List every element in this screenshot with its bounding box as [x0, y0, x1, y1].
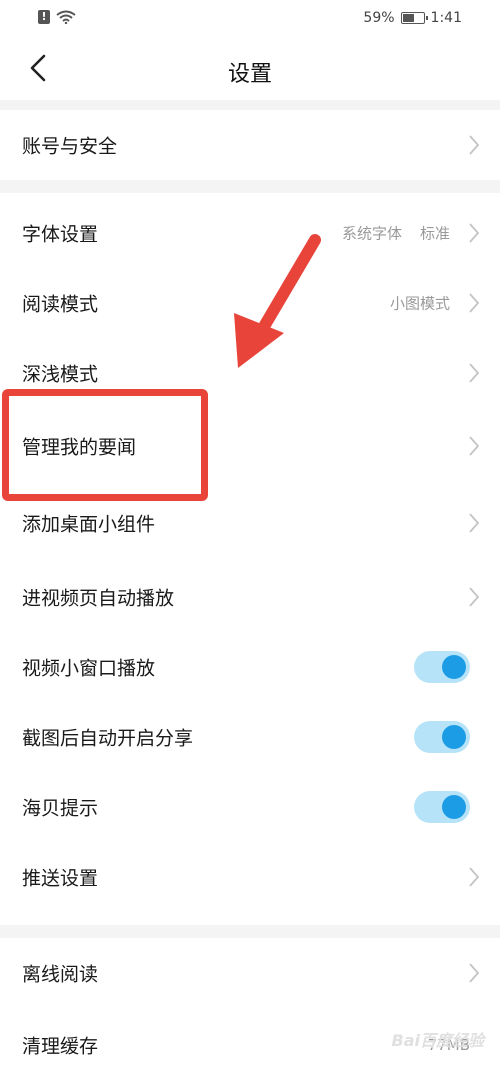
chevron-right-icon	[469, 963, 480, 983]
toggle-knob	[442, 725, 466, 749]
section-display: 字体设置 系统字体 标准 阅读模式 小图模式 深浅模式 管理我的要闻 添加桌面小组…	[0, 193, 500, 925]
settings-row-pip-video: 视频小窗口播放	[0, 632, 500, 702]
row-label: 进视频页自动播放	[22, 587, 175, 610]
font-value: 系统字体 标准	[342, 223, 450, 244]
row-label: 视频小窗口播放	[22, 657, 156, 680]
toggle-knob	[442, 795, 466, 819]
battery-percent: 59%	[363, 10, 395, 26]
annotation-highlight-box	[2, 389, 208, 501]
chevron-right-icon	[469, 436, 480, 456]
row-label: 字体设置	[22, 223, 99, 246]
settings-row-push[interactable]: 推送设置	[0, 842, 500, 912]
chevron-right-icon	[469, 135, 480, 155]
font-size-value: 标准	[419, 224, 450, 243]
settings-row-reading-mode[interactable]: 阅读模式 小图模式	[0, 268, 500, 338]
reading-mode-value: 小图模式	[389, 294, 450, 313]
row-label: 截图后自动开启分享	[22, 727, 194, 750]
chevron-right-icon	[469, 867, 480, 887]
toggle-knob	[442, 655, 466, 679]
watermark: Bai百度经验	[391, 1031, 484, 1050]
font-family-value: 系统字体	[341, 224, 402, 243]
chevron-right-icon	[469, 513, 480, 533]
section-storage: 离线阅读 清理缓存 77MB	[0, 938, 500, 1084]
status-right: 59% 1:41	[363, 10, 462, 26]
settings-row-font[interactable]: 字体设置 系统字体 标准	[0, 198, 500, 268]
chevron-right-icon	[469, 363, 480, 383]
row-label: 推送设置	[22, 867, 99, 890]
chevron-right-icon	[469, 587, 480, 607]
page-title: 设置	[227, 62, 272, 87]
chevron-right-icon	[469, 223, 480, 243]
chevron-right-icon	[469, 293, 480, 313]
row-label: 账号与安全	[22, 135, 118, 158]
settings-row-account-security[interactable]: 账号与安全	[0, 110, 500, 180]
battery-icon	[400, 12, 428, 24]
status-bar: ! 59% 1:41	[0, 0, 500, 38]
haibei-tips-toggle[interactable]	[414, 791, 470, 823]
settings-row-screenshot-share: 截图后自动开启分享	[0, 702, 500, 772]
status-left: !	[38, 10, 76, 24]
clock: 1:41	[430, 10, 462, 26]
settings-row-offline-reading[interactable]: 离线阅读	[0, 938, 500, 1008]
wifi-icon	[56, 10, 76, 24]
pip-video-toggle[interactable]	[414, 651, 470, 683]
row-label: 清理缓存	[22, 1035, 99, 1058]
settings-row-autoplay-video[interactable]: 进视频页自动播放	[0, 562, 500, 632]
settings-row-haibei-tips: 海贝提示	[0, 772, 500, 842]
navigation-bar: 设置	[0, 38, 500, 100]
row-label: 深浅模式	[22, 363, 99, 386]
row-label: 离线阅读	[22, 963, 99, 986]
section-account: 账号与安全	[0, 110, 500, 180]
screenshot-share-toggle[interactable]	[414, 721, 470, 753]
row-label: 添加桌面小组件	[22, 513, 156, 536]
row-label: 海贝提示	[22, 797, 99, 820]
alert-icon: !	[38, 10, 50, 24]
row-label: 阅读模式	[22, 293, 99, 316]
